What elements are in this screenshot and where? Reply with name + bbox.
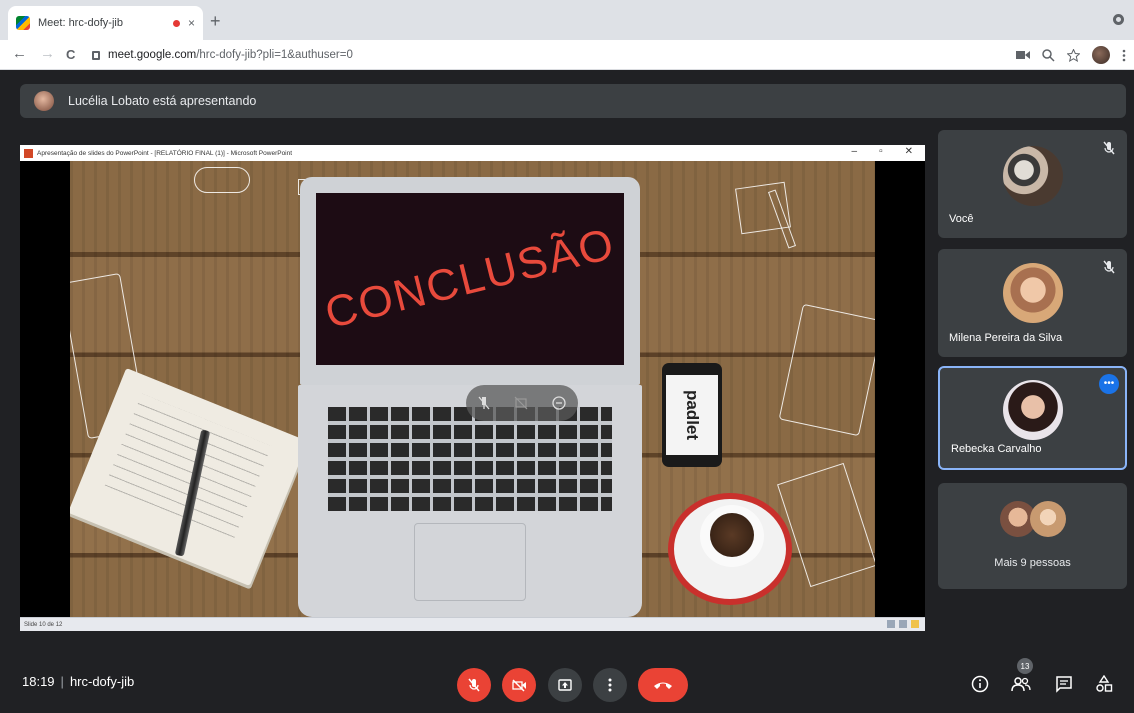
zoom-icon[interactable] — [1042, 48, 1055, 62]
meeting-details: 18:19 | hrc-dofy-jib — [22, 674, 134, 689]
powerpoint-statusbar: Slide 10 de 12 — [20, 617, 925, 631]
meeting-controls-bar: 18:19 | hrc-dofy-jib 13 — [0, 656, 1134, 713]
presenting-banner: Lucélia Lobato está apresentando — [20, 84, 1126, 118]
participant-options-button[interactable]: ••• — [1099, 374, 1119, 394]
people-icon — [1011, 677, 1031, 692]
presenting-text: Lucélia Lobato está apresentando — [68, 94, 257, 108]
more-participants-label: Mais 9 pessoas — [994, 557, 1071, 569]
people-button[interactable]: 13 — [1009, 658, 1033, 696]
slideshow-view-icon[interactable] — [911, 620, 919, 628]
powerpoint-titlebar: Apresentação de slides do PowerPoint - [… — [20, 145, 925, 161]
chat-button[interactable] — [1052, 672, 1076, 696]
present-now-icon — [558, 679, 572, 691]
meet-favicon-icon — [16, 16, 30, 30]
laptop-keyboard — [328, 407, 612, 511]
browser-profile-icon[interactable] — [1113, 14, 1124, 25]
presentation-slide: CONCLUSÃO padlet — [70, 161, 875, 617]
url-host: meet.google.com — [108, 49, 197, 61]
browser-tab[interactable]: Meet: hrc-dofy-jib × — [8, 6, 203, 40]
reload-button[interactable]: C — [66, 47, 75, 62]
info-icon — [971, 675, 989, 693]
slide-heading: CONCLUSÃO — [319, 218, 620, 339]
activities-icon — [1096, 675, 1113, 692]
mic-off-icon — [1103, 260, 1115, 274]
remove-icon[interactable] — [552, 396, 566, 410]
laptop-screen: CONCLUSÃO — [316, 193, 624, 365]
meeting-time: 18:19 — [22, 674, 55, 689]
minimize-button[interactable]: – — [852, 146, 858, 157]
phone-image: padlet — [662, 363, 722, 467]
participant-tile-more[interactable]: Mais 9 pessoas — [938, 483, 1127, 589]
participant-tile-rebecka[interactable]: ••• Rebecka Carvalho — [938, 366, 1127, 470]
participant-name: Rebecka Carvalho — [951, 443, 1042, 455]
leave-call-button[interactable] — [638, 668, 688, 702]
people-count-badge: 13 — [1017, 658, 1033, 674]
lock-icon — [92, 50, 100, 60]
pin-off-icon[interactable] — [478, 396, 490, 410]
call-end-icon — [654, 682, 672, 689]
microphone-button[interactable] — [457, 668, 491, 702]
url-path: /hrc-dofy-jib?pli=1&authuser=0 — [196, 49, 353, 61]
participant-name: Milena Pereira da Silva — [949, 332, 1063, 344]
screen-share-controls — [466, 385, 578, 421]
browser-tab-strip: Meet: hrc-dofy-jib × + — [0, 0, 1134, 40]
fullscreen-off-icon[interactable] — [514, 396, 528, 410]
recording-dot-icon — [172, 19, 180, 27]
more-options-button[interactable] — [593, 668, 627, 702]
close-button[interactable]: ✕ — [905, 146, 913, 157]
laptop-trackpad — [414, 523, 526, 601]
meeting-code: hrc-dofy-jib — [69, 674, 135, 689]
mic-off-icon — [468, 678, 480, 692]
coffee — [710, 513, 754, 557]
chat-icon — [1056, 676, 1072, 693]
participant-avatar — [1003, 380, 1063, 440]
mic-off-icon — [1103, 141, 1115, 155]
browser-menu-icon[interactable] — [1122, 49, 1126, 62]
camera-button[interactable] — [502, 668, 536, 702]
meeting-details-button[interactable] — [968, 672, 992, 696]
shared-screen: Apresentação de slides do PowerPoint - [… — [20, 145, 925, 631]
camera-off-icon — [512, 679, 526, 692]
bookmark-star-icon[interactable] — [1067, 48, 1080, 62]
sorter-view-icon[interactable] — [899, 620, 907, 628]
sketch-book-right — [777, 462, 875, 588]
laptop-base — [298, 385, 642, 617]
powerpoint-icon — [24, 148, 33, 158]
participant-avatar — [1030, 501, 1066, 537]
participant-avatar — [1003, 263, 1063, 323]
new-tab-button[interactable]: + — [210, 12, 221, 30]
phone-logo: padlet — [683, 389, 702, 441]
participant-tile-milena[interactable]: Milena Pereira da Silva — [938, 249, 1127, 357]
restore-button[interactable]: ▫ — [879, 146, 883, 157]
powerpoint-window-title: Apresentação de slides do PowerPoint - [… — [37, 149, 293, 157]
sketch-glasses — [194, 167, 250, 193]
activities-button[interactable] — [1092, 672, 1116, 696]
camera-indicator-icon[interactable] — [1016, 50, 1030, 60]
sketch-notebook-right — [778, 303, 875, 437]
address-bar[interactable]: meet.google.com /hrc-dofy-jib?pli=1&auth… — [92, 44, 1022, 66]
normal-view-icon[interactable] — [887, 620, 895, 628]
browser-toolbar: ← → C meet.google.com /hrc-dofy-jib?pli=… — [0, 40, 1134, 70]
tab-close-button[interactable]: × — [188, 16, 195, 30]
view-buttons — [887, 620, 919, 628]
profile-avatar[interactable] — [1092, 46, 1110, 64]
present-now-button[interactable] — [548, 668, 582, 702]
forward-button[interactable]: → — [40, 45, 55, 62]
participant-avatar — [1003, 146, 1063, 206]
back-button[interactable]: ← — [12, 45, 27, 62]
presenter-avatar — [34, 91, 54, 111]
laptop-lid: CONCLUSÃO — [300, 177, 640, 385]
more-vert-icon — [608, 678, 612, 692]
slide-counter: Slide 10 de 12 — [24, 621, 63, 628]
participant-tile-voce[interactable]: Você — [938, 130, 1127, 238]
meeting-separator: | — [60, 674, 64, 689]
participant-name: Você — [949, 213, 974, 225]
tab-title: Meet: hrc-dofy-jib — [38, 17, 123, 29]
